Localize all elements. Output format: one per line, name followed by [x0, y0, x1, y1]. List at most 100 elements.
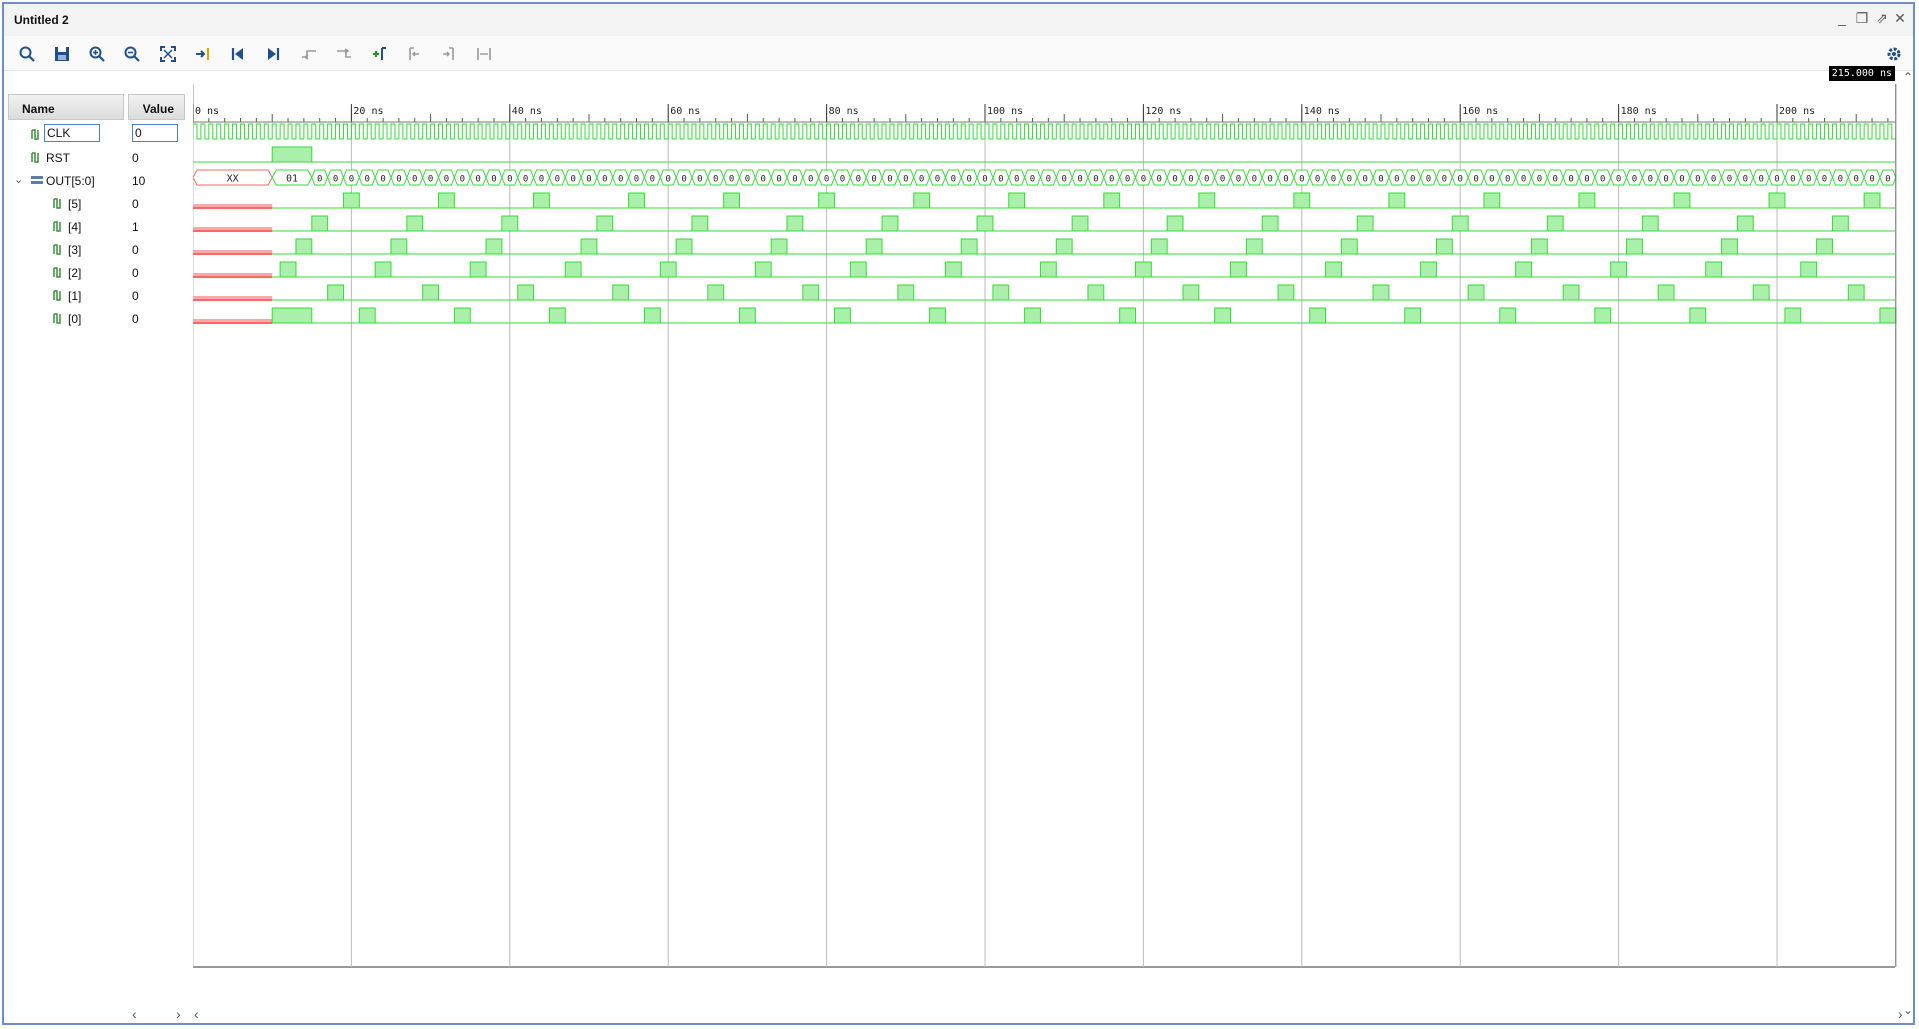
bus-value-label: 0: [1125, 175, 1130, 185]
signal-row-out[interactable]: ⌄ OUT[5:0] 10: [8, 170, 186, 193]
bus-value-label: 0: [713, 175, 718, 185]
signal-row-bit0[interactable]: [0] 0: [8, 308, 186, 331]
add-marker-icon[interactable]: [368, 43, 390, 65]
restore-icon[interactable]: ❐: [1853, 10, 1871, 27]
bit-high-pulse: [1831, 215, 1849, 232]
bus-value-label: 0: [1553, 175, 1558, 185]
go-to-cursor-icon[interactable]: [192, 43, 214, 65]
wave-scroll-left-icon[interactable]: ‹: [194, 1006, 199, 1022]
time-tick-label: 20 ns: [353, 106, 383, 117]
bit-high-pulse: [1847, 284, 1865, 301]
scroll-right-icon[interactable]: ›: [176, 1006, 181, 1022]
scroll-left-icon[interactable]: ‹: [132, 1006, 137, 1022]
bus-value-label: 0: [570, 175, 575, 185]
bit-high-pulse: [1245, 238, 1263, 255]
go-to-end-icon[interactable]: [262, 43, 284, 65]
bus-value-label: 0: [1489, 175, 1494, 185]
bit-high-pulse: [1150, 238, 1168, 255]
bus-value-label: 0: [1584, 175, 1589, 185]
bit-high-pulse: [271, 307, 313, 324]
settings-gear-icon[interactable]: [1883, 43, 1905, 65]
bit-high-pulse: [1863, 192, 1881, 209]
bit-high-pulse: [1562, 284, 1580, 301]
float-icon[interactable]: ⇗: [1873, 10, 1891, 27]
bus-value-label: 0: [1885, 175, 1890, 185]
time-tick-label: 60 ns: [670, 106, 700, 117]
expand-chevron-icon[interactable]: ⌄: [14, 173, 23, 186]
bit-high-pulse: [1277, 284, 1295, 301]
close-icon[interactable]: ✕: [1891, 10, 1909, 27]
bit-high-pulse: [1626, 238, 1643, 255]
signal-row-bit2[interactable]: [2] 0: [8, 262, 186, 285]
bit-high-pulse: [438, 192, 455, 209]
bus-value-label: 0: [1220, 175, 1225, 185]
bus-value-label: 0: [475, 175, 480, 185]
next-marker-icon[interactable]: [438, 43, 460, 65]
signal-row-bit3[interactable]: [3] 0: [8, 239, 186, 262]
bit-high-pulse: [1166, 215, 1184, 232]
bus-value-label: 0: [1758, 175, 1763, 185]
zoom-fit-icon[interactable]: [157, 43, 179, 65]
bus-value-label: 0: [681, 175, 686, 185]
bit-high-pulse: [1467, 284, 1485, 301]
bit-high-pulse: [1768, 192, 1786, 209]
signal-row-rst[interactable]: RST 0: [8, 147, 186, 170]
value-column-header[interactable]: Value: [128, 94, 185, 120]
signal-value: 0: [132, 243, 139, 257]
minimize-icon[interactable]: _: [1833, 10, 1851, 26]
bit-high-pulse: [1103, 192, 1121, 209]
signal-row-clk[interactable]: CLK 0: [8, 124, 186, 147]
wave-scroll-right-icon[interactable]: ›: [1898, 1006, 1903, 1022]
bus-value-label: 0: [650, 175, 655, 185]
signal-value: 0: [132, 197, 139, 211]
bit-high-pulse: [802, 284, 820, 301]
bit-high-pulse: [834, 307, 851, 324]
time-tick-label: 180 ns: [1621, 106, 1657, 117]
bus-value-label: 0: [618, 175, 623, 185]
scroll-down-icon[interactable]: ⌄: [1903, 1003, 1913, 1017]
swap-cursors-icon[interactable]: [473, 43, 495, 65]
bus-value-label: 0: [1600, 175, 1605, 185]
bus-value-label: 0: [871, 175, 876, 185]
time-tick-label: 0 ns: [195, 106, 219, 117]
bit-high-pulse: [881, 215, 899, 232]
bus-value-label: 0: [1188, 175, 1193, 185]
bit-high-pulse: [279, 261, 297, 278]
previous-marker-icon[interactable]: [403, 43, 425, 65]
signal-value[interactable]: 0: [132, 124, 178, 142]
waveform-canvas[interactable]: 0 ns 20 ns 40 ns 60 ns 80 ns 100 ns 120 ns 140 …: [193, 64, 1899, 970]
bus-value-label: 0: [1046, 175, 1051, 185]
save-icon[interactable]: [51, 43, 73, 65]
signal-row-bit4[interactable]: [4] 1: [8, 216, 186, 239]
bit-high-pulse: [818, 192, 836, 209]
search-icon[interactable]: [16, 43, 38, 65]
zoom-out-icon[interactable]: [121, 43, 143, 65]
signal-row-bit5[interactable]: [5] 0: [8, 193, 186, 216]
previous-transition-icon[interactable]: [298, 43, 320, 65]
next-transition-icon[interactable]: [333, 43, 355, 65]
bit-high-pulse: [770, 238, 788, 255]
signal-name[interactable]: CLK: [44, 124, 100, 142]
bus-value-label: 0: [840, 175, 845, 185]
scroll-up-icon[interactable]: ⌃: [1903, 70, 1913, 84]
bus-value-label: 0: [1473, 175, 1478, 185]
time-tick-label: 40 ns: [512, 106, 542, 117]
bus-value-label: 0: [349, 175, 354, 185]
bit-high-pulse: [1134, 261, 1152, 278]
zoom-in-icon[interactable]: [86, 43, 108, 65]
bit-high-pulse: [1024, 307, 1041, 324]
bus-value-label: 0: [1362, 175, 1367, 185]
bus-value-label: 0: [856, 175, 861, 185]
bit-high-pulse: [1182, 284, 1200, 301]
bus-value-label: 0: [317, 175, 322, 185]
bus-value-label: 0: [1061, 175, 1066, 185]
bit-high-pulse: [1119, 307, 1136, 324]
signal-value: 10: [132, 174, 146, 188]
signal-icon: [53, 290, 61, 301]
signal-row-bit1[interactable]: [1] 0: [8, 285, 186, 308]
go-to-start-icon[interactable]: [227, 43, 249, 65]
bit-high-pulse: [865, 238, 883, 255]
bit-high-pulse: [786, 215, 804, 232]
name-column-header[interactable]: Name: [8, 94, 124, 120]
bit-high-pulse: [754, 261, 772, 278]
